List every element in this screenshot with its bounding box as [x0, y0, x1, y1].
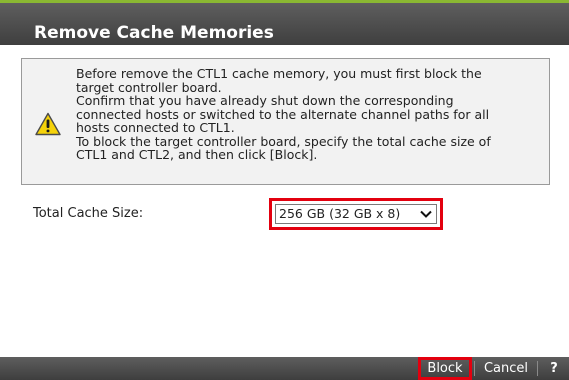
total-cache-size-label: Total Cache Size: — [33, 206, 144, 221]
cancel-button[interactable]: Cancel — [477, 357, 535, 380]
chevron-down-icon — [420, 210, 432, 218]
warning-icon — [35, 112, 61, 136]
divider — [474, 361, 475, 376]
title-bar: Remove Cache Memories — [0, 3, 569, 45]
selected-value: 256 GB (32 GB x 8) — [279, 206, 401, 221]
message-line: hosts connected to CTL1. — [76, 120, 235, 135]
cache-size-select-highlight: 256 GB (32 GB x 8) — [269, 198, 443, 230]
remove-cache-memories-dialog: Remove Cache Memories Before remove the … — [0, 0, 569, 380]
message-line: Confirm that you have already shut down … — [76, 93, 454, 108]
message-line: target controller board. — [76, 79, 222, 95]
total-cache-size-select[interactable]: 256 GB (32 GB x 8) — [275, 204, 437, 224]
message-text: Before remove the CTL1 cache memory, you… — [76, 67, 546, 162]
message-box: Before remove the CTL1 cache memory, you… — [21, 58, 550, 185]
footer-bar: Block Cancel ? — [0, 357, 569, 380]
block-button[interactable]: Block — [418, 357, 472, 380]
help-button[interactable]: ? — [539, 357, 569, 380]
message-line: Before remove the CTL1 cache memory, you… — [76, 66, 482, 81]
message-line: CTL1 and CTL2, and then click [Block]. — [76, 147, 318, 162]
message-line: connected hosts or switched to the alter… — [76, 106, 490, 122]
dialog-title: Remove Cache Memories — [34, 23, 274, 43]
divider — [537, 361, 538, 376]
message-line: To block the target controller board, sp… — [76, 133, 491, 149]
